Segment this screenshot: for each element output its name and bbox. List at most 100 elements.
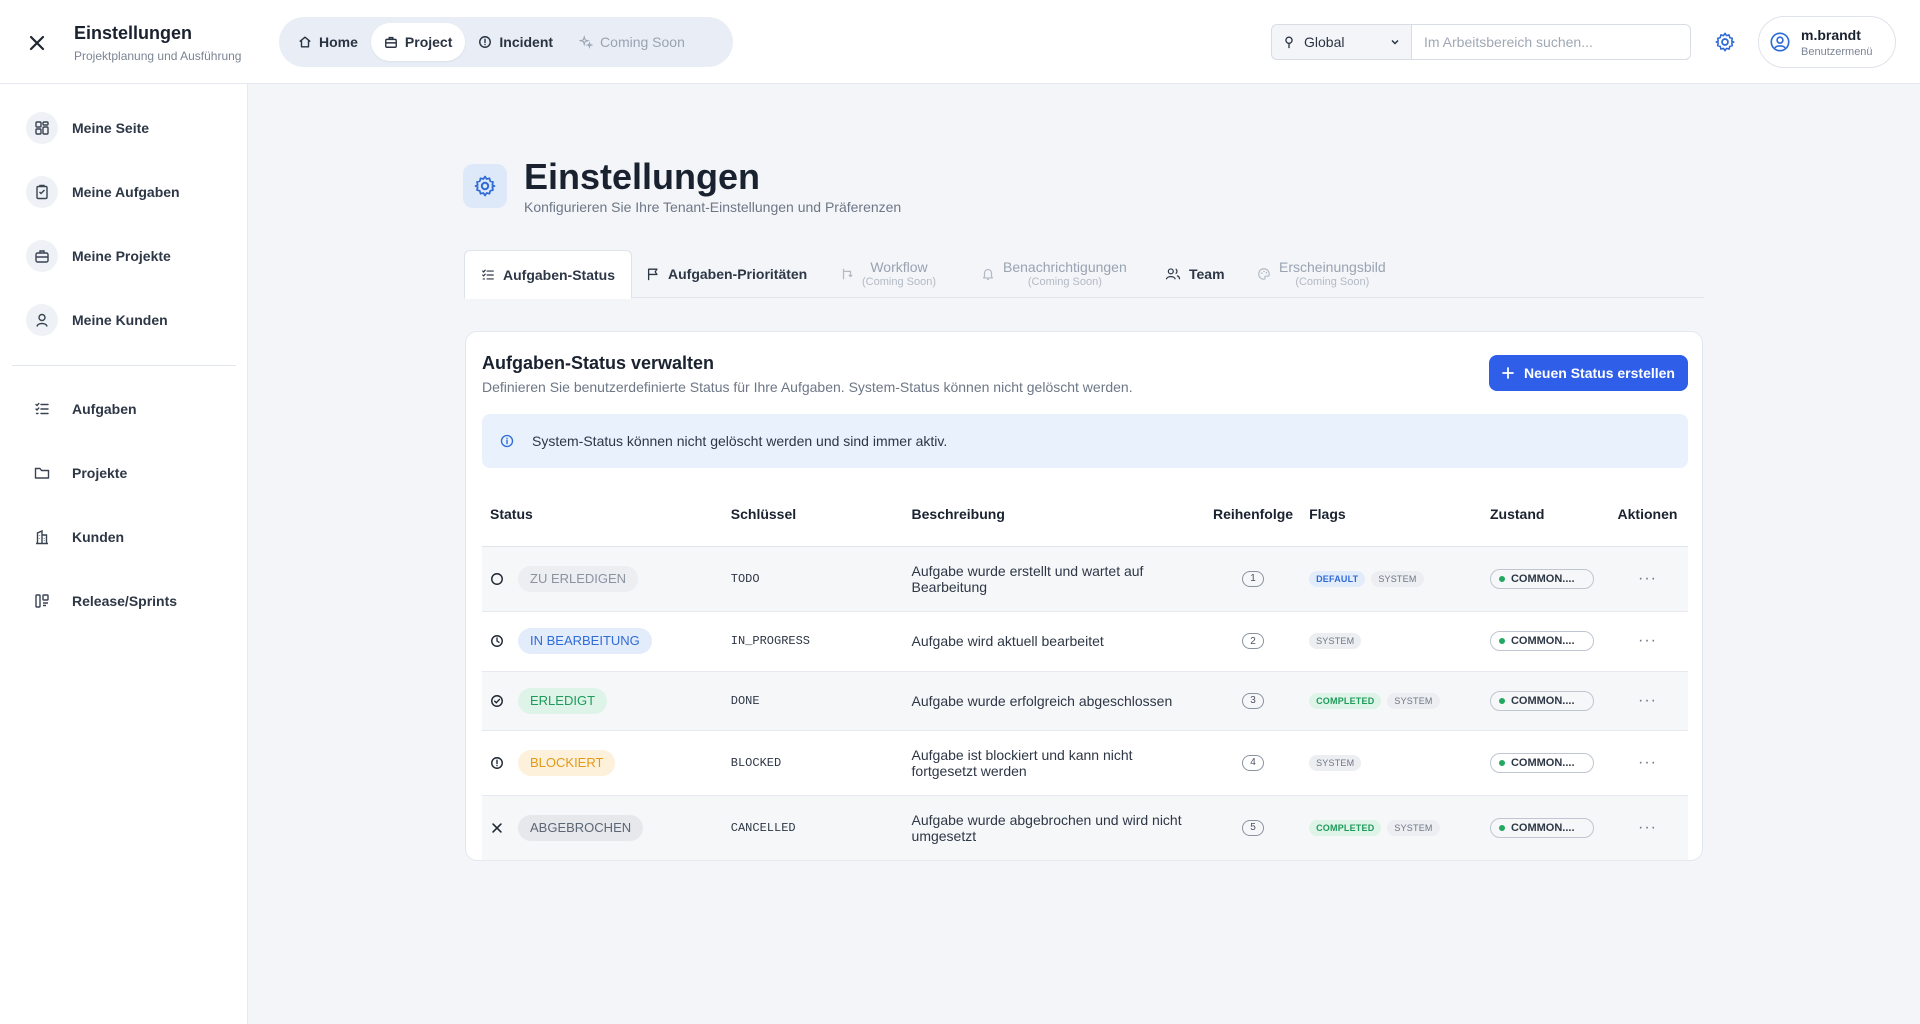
state-badge[interactable]: COMMON.... xyxy=(1489,817,1594,838)
tab-label: Aufgaben-Prioritäten xyxy=(668,266,808,282)
nav-home-label: Home xyxy=(319,34,358,50)
nav-project[interactable]: Project xyxy=(370,23,466,61)
user-name: m.brandt xyxy=(1801,26,1861,43)
tab-label: Aufgaben-Status xyxy=(503,266,615,283)
briefcase-icon xyxy=(35,250,49,263)
scope-select[interactable]: Global xyxy=(1271,24,1411,60)
row-actions-button[interactable]: ··· xyxy=(1632,567,1662,591)
row-actions-button[interactable]: ··· xyxy=(1632,689,1662,713)
sidebar-item-label: Meine Kunden xyxy=(72,312,168,328)
sidebar-item-meine-projekte[interactable]: Meine Projekte xyxy=(26,238,226,274)
settings-button[interactable] xyxy=(1710,27,1740,57)
col-header-status[interactable]: Status xyxy=(482,482,723,547)
sidebar-item-aufgaben[interactable]: Aufgaben xyxy=(26,391,226,427)
status-description: Aufgabe wurde erfolgreich abgeschlossen xyxy=(903,671,1205,731)
state-dot xyxy=(1498,638,1505,644)
flag-icon xyxy=(647,268,658,281)
search-input[interactable] xyxy=(1411,24,1691,60)
tab-team[interactable]: Team xyxy=(1165,250,1225,298)
sidebar-item-release-sprints[interactable]: Release/Sprints xyxy=(26,583,226,619)
tab-benachrichtigungen: Benachrichtigungen (Coming Soon) xyxy=(981,250,1127,298)
state-dot xyxy=(1498,697,1505,704)
nav-incident-label: Incident xyxy=(499,34,554,50)
clock-icon xyxy=(491,635,503,647)
table-row[interactable]: ERLEDIGT DONE Aufgabe wurde erfolgreich … xyxy=(482,671,1688,731)
table-row[interactable]: BLOCKIERT BLOCKED Aufgabe ist blockiert … xyxy=(482,730,1688,796)
tab-label: Erscheinungsbild xyxy=(1279,259,1386,276)
state-badge[interactable]: COMMON.... xyxy=(1489,752,1594,773)
nav-coming-soon-label: Coming Soon xyxy=(600,34,685,50)
more-horizontal-icon: ··· xyxy=(1637,818,1657,836)
close-icon xyxy=(29,35,45,51)
flag-completed: COMPLETED xyxy=(1309,692,1382,709)
table-row[interactable]: IN BEARBEITUNG IN_PROGRESS Aufgabe wird … xyxy=(482,611,1688,672)
palette-icon xyxy=(1258,268,1270,280)
state-label: COMMON.... xyxy=(1510,572,1575,585)
building-icon xyxy=(36,529,48,545)
flag-system: SYSTEM xyxy=(1387,819,1440,836)
state-badge[interactable]: COMMON.... xyxy=(1489,631,1594,651)
col-header-flags[interactable]: Flags xyxy=(1301,482,1482,547)
state-dot xyxy=(1498,824,1505,831)
status-key: TODO xyxy=(722,546,904,612)
sidebar-item-meine-seite[interactable]: Meine Seite xyxy=(26,110,226,146)
col-header-state[interactable]: Zustand xyxy=(1481,482,1607,547)
state-label: COMMON.... xyxy=(1510,821,1575,834)
sidebar: Meine Seite Meine Aufgaben Meine Projekt… xyxy=(0,84,248,1024)
row-actions-button[interactable]: ··· xyxy=(1632,629,1662,653)
tab-aufgaben-status[interactable]: Aufgaben-Status xyxy=(464,250,632,299)
sidebar-item-meine-kunden[interactable]: Meine Kunden xyxy=(26,302,226,338)
status-description: Aufgabe wurde abgebrochen und wird nicht… xyxy=(903,795,1205,861)
list-check-icon xyxy=(482,269,494,280)
sidebar-item-label: Projekte xyxy=(72,465,128,481)
state-label: COMMON.... xyxy=(1510,756,1575,769)
sidebar-item-kunden[interactable]: Kunden xyxy=(26,519,226,555)
kanban-icon xyxy=(35,594,49,608)
state-label: COMMON.... xyxy=(1510,694,1575,707)
gear-icon xyxy=(474,175,496,197)
tab-aufgaben-prioritaeten[interactable]: Aufgaben-Prioritäten xyxy=(646,250,807,298)
state-badge[interactable]: COMMON.... xyxy=(1489,568,1594,589)
home-icon xyxy=(299,36,311,48)
flag-system: SYSTEM xyxy=(1309,754,1362,771)
sidebar-item-label: Meine Seite xyxy=(72,120,150,136)
more-horizontal-icon: ··· xyxy=(1637,753,1657,771)
table-row[interactable]: ZU ERLEDIGEN TODO Aufgabe wurde erstellt… xyxy=(482,546,1688,612)
tab-workflow: Workflow (Coming Soon) xyxy=(840,250,936,298)
status-card: Aufgaben-Status verwalten Definieren Sie… xyxy=(465,331,1703,861)
bell-icon xyxy=(983,269,993,280)
row-actions-button[interactable]: ··· xyxy=(1632,751,1662,775)
circle-icon xyxy=(491,572,503,585)
table-row[interactable]: ABGEBROCHEN CANCELLED Aufgabe wurde abge… xyxy=(482,795,1688,861)
col-header-order[interactable]: Reihenfolge xyxy=(1204,482,1302,547)
sidebar-item-meine-aufgaben[interactable]: Meine Aufgaben xyxy=(26,174,226,210)
card-title: Aufgaben-Status verwalten xyxy=(482,353,715,373)
status-badge: ABGEBROCHEN xyxy=(518,814,644,841)
dashboard-icon xyxy=(35,121,49,135)
status-key: DONE xyxy=(722,671,904,731)
briefcase-icon xyxy=(384,36,397,48)
nav-incident[interactable]: Incident xyxy=(465,23,566,61)
gear-icon xyxy=(1715,32,1735,52)
card-subtitle: Definieren Sie benutzerdefinierte Status… xyxy=(482,379,1133,395)
tab-coming-soon: (Coming Soon) xyxy=(1295,275,1370,288)
status-badge: BLOCKIERT xyxy=(518,749,616,776)
status-description: Aufgabe wird aktuell bearbeitet xyxy=(903,611,1205,672)
info-text: System-Status können nicht gelöscht werd… xyxy=(532,433,948,449)
nav-home[interactable]: Home xyxy=(285,23,371,61)
state-badge[interactable]: COMMON.... xyxy=(1489,690,1594,711)
sidebar-item-projekte[interactable]: Projekte xyxy=(26,455,226,491)
col-header-key[interactable]: Schlüssel xyxy=(722,482,904,547)
col-header-description[interactable]: Beschreibung xyxy=(903,482,1205,547)
tab-coming-soon: (Coming Soon) xyxy=(862,275,936,288)
order-badge: 3 xyxy=(1242,692,1265,709)
clipboard-icon xyxy=(36,184,48,200)
row-actions-button[interactable]: ··· xyxy=(1632,816,1662,840)
user-menu[interactable]: m.brandt Benutzermenü xyxy=(1758,16,1896,68)
sidebar-item-label: Kunden xyxy=(72,529,125,545)
sidebar-divider xyxy=(12,365,236,366)
close-button[interactable] xyxy=(22,28,52,58)
order-badge: 4 xyxy=(1242,754,1265,771)
status-key: BLOCKED xyxy=(722,730,904,796)
create-status-button[interactable]: Neuen Status erstellen xyxy=(1489,355,1688,391)
